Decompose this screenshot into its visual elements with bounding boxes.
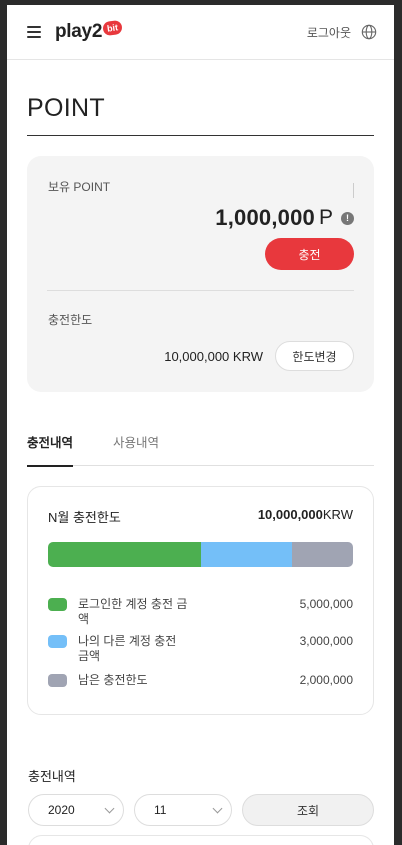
point-balance-card: 보유 POINT 1,000,000 P ! 충전 충전한도 10,000,00… xyxy=(27,156,374,392)
tab-charge-history[interactable]: 충전내역 xyxy=(27,432,74,467)
logo-text: play2 xyxy=(55,21,103,42)
legend-value: 3,000,000 xyxy=(299,634,353,648)
header-actions: 로그아웃 xyxy=(307,24,377,41)
charge-button[interactable]: 충전 xyxy=(265,238,354,270)
tab-usage-history[interactable]: 사용내역 xyxy=(113,432,159,466)
info-icon[interactable]: ! xyxy=(341,211,354,225)
legend-value: 2,000,000 xyxy=(299,673,353,687)
chevron-down-icon xyxy=(104,803,115,813)
page-title-wrap: POINT xyxy=(27,94,374,136)
legend-item: 로그인한 계정 충전 금액 5,000,000 xyxy=(48,597,353,627)
limit-label: 충전한도 xyxy=(48,313,93,327)
charge-history-title: 충전내역 xyxy=(28,769,76,784)
monthly-limit-total: 10,000,000KRW xyxy=(258,507,353,522)
limit-change-button[interactable]: 한도변경 xyxy=(275,341,354,371)
app-frame: play2 bit 로그아웃 POINT 보유 POINT 1,000,000 … xyxy=(7,5,394,845)
chevron-down-icon xyxy=(212,803,223,813)
globe-icon[interactable] xyxy=(361,24,377,40)
page-title: POINT xyxy=(27,94,105,122)
limit-row: 10,000,000 KRW 한도변경 xyxy=(164,341,354,371)
bar-segment-logged-in xyxy=(48,542,201,567)
legend-label: 나의 다른 계정 충전 금액 xyxy=(78,634,177,663)
logo[interactable]: play2 bit xyxy=(55,19,123,43)
balance-amount: 1,000,000 xyxy=(215,205,315,230)
history-tabs: 충전내역 사용내역 xyxy=(27,432,374,467)
bar-segment-remaining xyxy=(292,542,353,567)
monthly-limit-card: N월 충전한도 10,000,000KRW 로그인한 계정 충전 금액 5,00… xyxy=(27,486,374,715)
monthly-limit-title: N월 충전한도 xyxy=(48,510,121,525)
total-unit: KRW xyxy=(322,507,353,522)
legend-label: 로그인한 계정 충전 금액 xyxy=(78,597,188,626)
total-amount: 10,000,000 xyxy=(257,507,323,522)
divider xyxy=(47,290,354,291)
legend-label: 남은 충전한도 xyxy=(78,673,148,687)
year-select-value: 2020 xyxy=(48,803,75,817)
legend-item: 남은 충전한도 2,000,000 xyxy=(48,673,353,688)
divider xyxy=(353,183,354,198)
search-button[interactable]: 조회 xyxy=(242,794,374,826)
top-header: play2 bit 로그아웃 xyxy=(7,5,394,60)
logout-link[interactable]: 로그아웃 xyxy=(307,24,351,41)
year-select[interactable]: 2020 xyxy=(28,794,124,826)
history-filters: 2020 11 조회 xyxy=(28,794,374,826)
month-select-value: 11 xyxy=(154,803,167,817)
legend-swatch xyxy=(48,635,67,648)
bar-segment-other-accounts xyxy=(200,542,292,567)
balance-unit: P xyxy=(318,206,333,229)
legend-value: 5,000,000 xyxy=(299,597,353,611)
limit-value: 10,000,000 KRW xyxy=(164,348,263,364)
logo-badge: bit xyxy=(102,19,123,37)
history-list xyxy=(28,835,374,845)
month-select[interactable]: 11 xyxy=(134,794,232,826)
legend-item: 나의 다른 계정 충전 금액 3,000,000 xyxy=(48,634,353,664)
menu-icon[interactable] xyxy=(27,26,41,38)
balance-label: 보유 POINT xyxy=(48,180,111,194)
limit-progress-bar xyxy=(48,542,353,567)
legend-swatch xyxy=(48,674,67,687)
balance-value: 1,000,000 P ! xyxy=(215,205,354,231)
legend-swatch xyxy=(48,598,67,611)
